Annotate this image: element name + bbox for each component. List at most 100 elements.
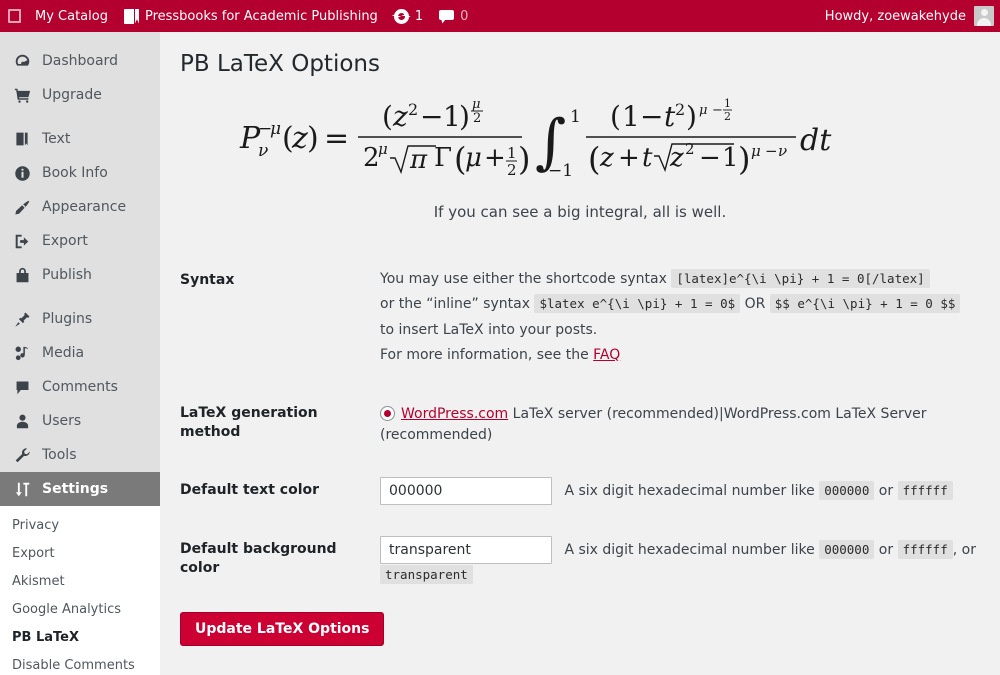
media-icon <box>12 343 32 363</box>
svg-text:1: 1 <box>724 97 731 110</box>
svg-text:μ: μ <box>472 97 480 112</box>
svg-text:1: 1 <box>722 143 739 173</box>
svg-text:2: 2 <box>685 140 695 158</box>
svg-text:1: 1 <box>570 107 581 127</box>
admin-bar-updates[interactable]: 1 <box>386 0 431 32</box>
submit-area: Update LaTeX Options <box>160 602 1000 646</box>
generation-method-option[interactable]: WordPress.com LaTeX server (recommended)… <box>380 404 990 446</box>
latex-options-form: Syntax You may use either the shortcode … <box>160 251 1000 646</box>
sidebar-item-label: Upgrade <box>42 87 102 103</box>
submenu-item-pb-latex[interactable]: PB LaTeX <box>0 624 160 652</box>
svg-text:+: + <box>484 143 506 173</box>
svg-text:(: ( <box>382 100 393 133</box>
book-icon <box>12 129 32 149</box>
submenu-item-akismet[interactable]: Akismet <box>0 568 160 596</box>
svg-text:=: = <box>324 121 349 156</box>
svg-text:): ) <box>518 140 530 178</box>
sidebar-item-settings[interactable]: Settings <box>0 472 160 506</box>
background-color-label: Default background color <box>180 541 337 576</box>
sidebar-item-comments[interactable]: Comments <box>0 370 160 404</box>
svg-text:μ: μ <box>751 142 761 160</box>
settings-submenu: Privacy Export Akismet Google Analytics … <box>0 506 160 675</box>
svg-text:−: − <box>420 100 443 133</box>
settings-sliders-icon <box>12 479 32 499</box>
svg-text:(: ( <box>588 140 600 178</box>
admin-bar-comments[interactable]: 0 <box>431 0 476 32</box>
admin-bar: My Catalog Pressbooks for Academic Publi… <box>0 0 1000 32</box>
svg-text:2: 2 <box>408 100 418 119</box>
syntax-description: You may use either the shortcode syntax … <box>380 251 1000 385</box>
syntax-label: Syntax <box>180 271 235 288</box>
code-bg-color-b: ffffff <box>897 540 953 560</box>
svg-text:(: ( <box>610 100 621 133</box>
sidebar-item-media[interactable]: Media <box>0 336 160 370</box>
sidebar-item-label: Users <box>42 413 82 429</box>
svg-text:1: 1 <box>507 144 517 162</box>
submenu-item-disable-comments[interactable]: Disable Comments <box>0 652 160 675</box>
sidebar-item-label: Tools <box>42 447 77 463</box>
sidebar-item-plugins[interactable]: Plugins <box>0 302 160 336</box>
submenu-item-google-analytics[interactable]: Google Analytics <box>0 596 160 624</box>
wordpress-com-link[interactable]: WordPress.com <box>401 406 508 422</box>
user-icon <box>12 411 32 431</box>
sidebar-item-users[interactable]: Users <box>0 404 160 438</box>
svg-text:2: 2 <box>473 111 481 126</box>
sidebar-item-text[interactable]: Text <box>0 122 160 156</box>
syntax-line1-text: You may use either the shortcode syntax <box>380 270 667 287</box>
sidebar-item-publish[interactable]: Publish <box>0 258 160 292</box>
admin-bar-account[interactable]: Howdy, zoewakehyde <box>825 6 1000 26</box>
text-color-input[interactable] <box>380 477 552 506</box>
updates-count: 1 <box>414 8 424 24</box>
background-color-input[interactable] <box>380 536 552 565</box>
cart-icon <box>12 85 32 105</box>
update-latex-options-button[interactable]: Update LaTeX Options <box>180 611 385 646</box>
svg-text:t: t <box>642 143 653 173</box>
plug-icon <box>12 309 32 329</box>
site-name-label: Pressbooks for Academic Publishing <box>144 8 378 24</box>
code-text-color-b: ffffff <box>897 481 953 501</box>
text-color-field-group: A six digit hexadecimal number like 0000… <box>380 461 1000 520</box>
svg-text:): ) <box>307 121 319 156</box>
formula-caption: If you can see a big integral, all is we… <box>433 202 727 221</box>
svg-text:z: z <box>392 100 408 133</box>
syntax-line-4: For more information, see the FAQ <box>380 344 990 366</box>
sidebar-item-appearance[interactable]: Appearance <box>0 190 160 224</box>
square-icon <box>8 9 21 23</box>
svg-text:−: − <box>640 100 663 133</box>
svg-text:z: z <box>291 121 308 156</box>
syntax-line2-text: or the “inline” syntax <box>380 296 530 313</box>
text-color-desc-pre: A six digit hexadecimal number like <box>564 483 815 500</box>
howdy-label: Howdy, zoewakehyde <box>824 8 966 24</box>
admin-bar-logo[interactable] <box>0 0 27 32</box>
text-color-description: A six digit hexadecimal number like 0000… <box>564 481 953 501</box>
form-row-text-color: Default text color A six digit hexadecim… <box>160 461 1000 520</box>
svg-text:): ) <box>738 140 750 178</box>
submenu-item-privacy[interactable]: Privacy <box>0 512 160 540</box>
syntax-or-label: OR <box>744 296 766 313</box>
sidebar-item-book-info[interactable]: Book Info <box>0 156 160 190</box>
sidebar-item-export[interactable]: Export <box>0 224 160 258</box>
text-color-desc-or: or <box>878 483 894 500</box>
admin-bar-my-catalog[interactable]: My Catalog <box>27 0 116 32</box>
sidebar-item-upgrade[interactable]: Upgrade <box>0 78 160 112</box>
svg-text:−: − <box>699 143 721 173</box>
form-row-generation-method: LaTeX generation method WordPress.com La… <box>160 384 1000 461</box>
code-shortcode: [latex]e^{\i \pi} + 1 = 0[/latex] <box>671 268 930 288</box>
svg-text:−: − <box>712 103 723 118</box>
radio-wordpress-com[interactable] <box>380 406 395 422</box>
svg-text:ν: ν <box>778 142 787 160</box>
syntax-line-1: You may use either the shortcode syntax … <box>380 268 990 290</box>
code-text-color-a: 000000 <box>819 481 875 501</box>
sidebar-item-tools[interactable]: Tools <box>0 438 160 472</box>
sidebar-item-label: Appearance <box>42 199 127 215</box>
svg-text:μ: μ <box>378 140 388 158</box>
admin-page: My Catalog Pressbooks for Academic Publi… <box>0 0 1000 675</box>
admin-bar-site-name[interactable]: Pressbooks for Academic Publishing <box>116 0 386 32</box>
text-color-label: Default text color <box>180 482 320 499</box>
sidebar-item-label: Book Info <box>42 165 108 181</box>
svg-text:2: 2 <box>675 100 685 119</box>
formula-svg: P ν − μ ( z ) = ( z 2 − 1 ) μ 2 2 μ π Γ … <box>239 97 832 181</box>
submenu-item-export[interactable]: Export <box>0 540 160 568</box>
sidebar-item-dashboard[interactable]: Dashboard <box>0 44 160 78</box>
faq-link[interactable]: FAQ <box>593 347 620 363</box>
